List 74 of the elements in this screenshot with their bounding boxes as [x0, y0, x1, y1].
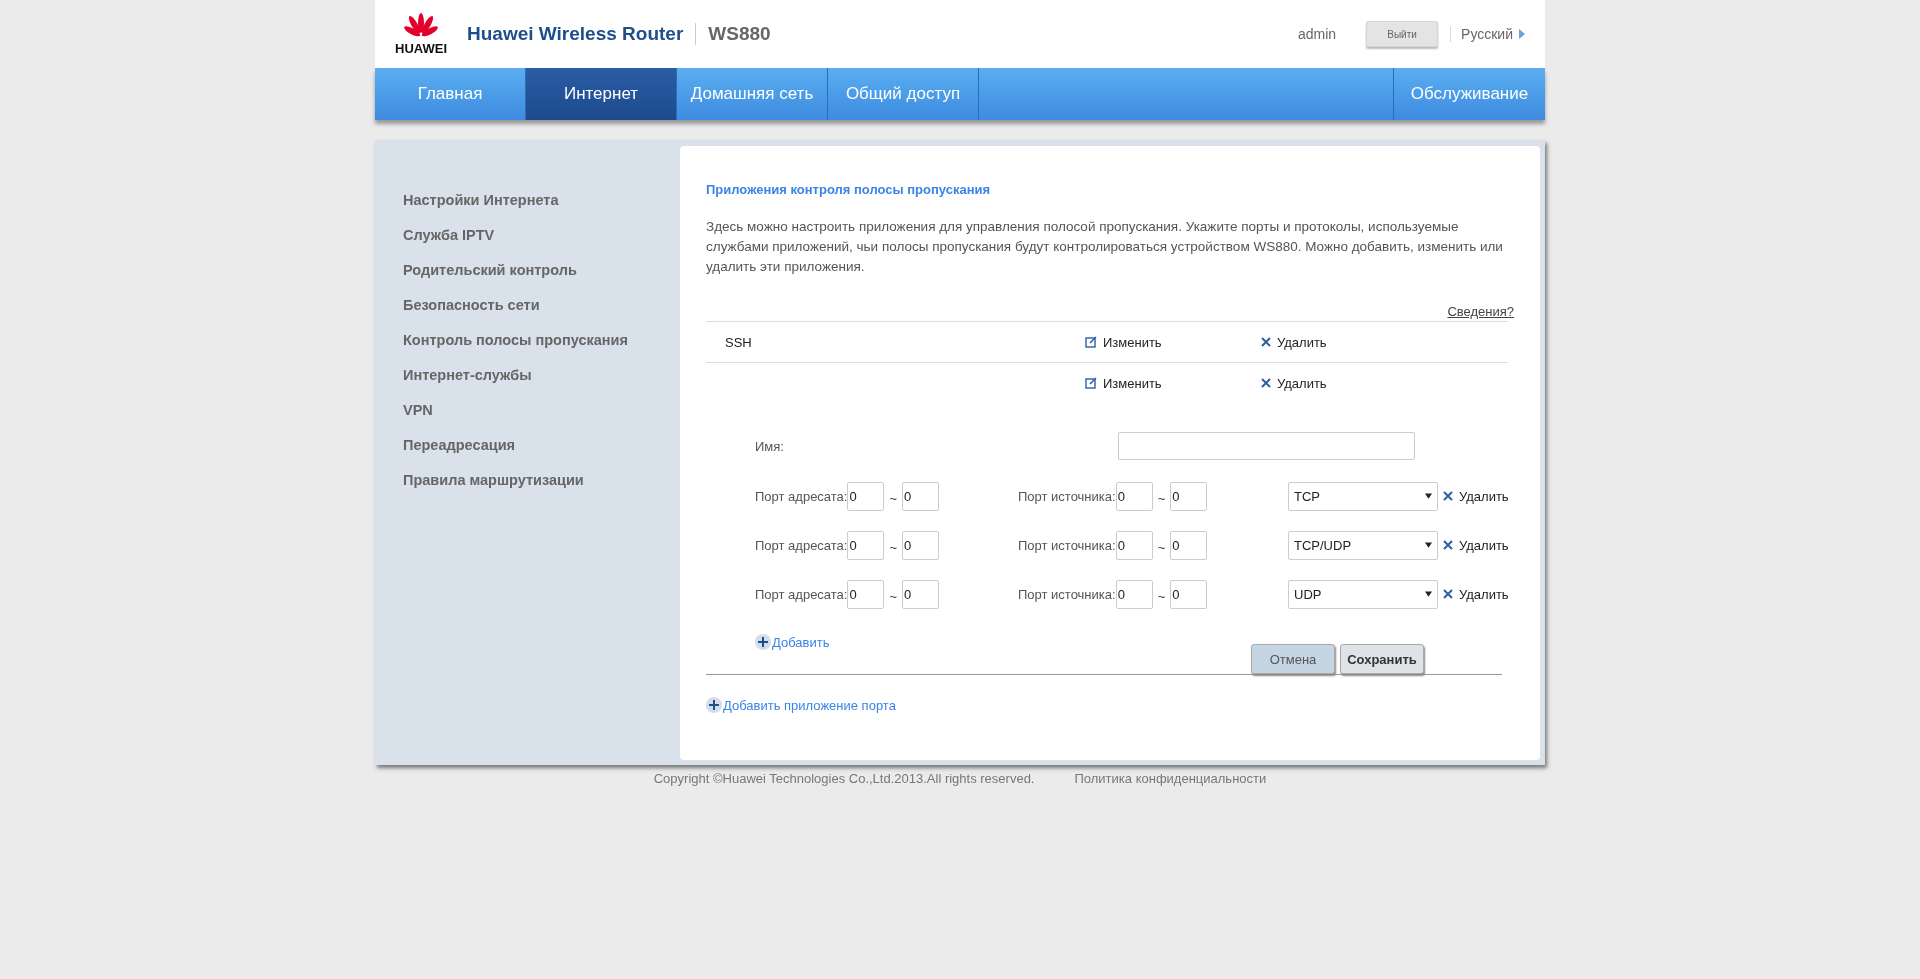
- port-input-field[interactable]: 0: [847, 481, 885, 511]
- edit-link[interactable]: Изменить: [1085, 375, 1261, 391]
- port-label: Порт адресата:: [755, 586, 848, 602]
- dropdown-caret-icon: [1425, 493, 1432, 499]
- port-input-field[interactable]: 0: [847, 530, 885, 560]
- add-app-link[interactable]: Добавить приложение порта: [706, 697, 1514, 713]
- port-input-field[interactable]: 0: [1115, 579, 1153, 609]
- delete-link[interactable]: Удалить: [1443, 537, 1509, 553]
- privacy-link[interactable]: Политика конфиденциальности: [1074, 771, 1267, 786]
- dropdown-caret-icon: [1425, 542, 1432, 548]
- sidebar-item[interactable]: Родительский контроль: [403, 262, 680, 297]
- edit-icon: [1085, 377, 1097, 389]
- port-input-field[interactable]: 0: [1115, 481, 1153, 511]
- port-label: Порт источника:: [1018, 488, 1116, 504]
- logout-button[interactable]: Выйти: [1366, 21, 1439, 47]
- delete-link[interactable]: Удалить: [1443, 586, 1509, 602]
- port-label: Порт источника:: [1018, 537, 1116, 553]
- port-input-field[interactable]: 0: [1170, 579, 1208, 609]
- nav-tab[interactable]: Интернет: [526, 68, 677, 120]
- range-separator: ~: [889, 490, 898, 506]
- port-input-field[interactable]: 0: [902, 530, 940, 560]
- section-title: Приложения контроля полосы пропускания: [706, 182, 992, 197]
- port-input-field[interactable]: 0: [1115, 530, 1153, 560]
- range-separator: ~: [1157, 539, 1166, 555]
- port-label: Порт адресата:: [755, 488, 848, 504]
- user-name: admin: [1297, 26, 1337, 42]
- close-icon: [1443, 540, 1453, 550]
- port-input-field[interactable]: 0: [902, 481, 940, 511]
- router-title: Huawei Wireless Router: [467, 23, 697, 45]
- protocol-dropdown[interactable]: TCP/UDP: [1288, 530, 1438, 560]
- name-input-field[interactable]: [1118, 432, 1415, 460]
- app-name: SSH: [725, 334, 752, 350]
- close-icon: [1443, 589, 1453, 599]
- range-separator: ~: [889, 539, 898, 555]
- port-input-field[interactable]: 0: [1170, 481, 1208, 511]
- range-separator: ~: [1157, 588, 1166, 604]
- port-input-field[interactable]: 0: [847, 579, 885, 609]
- sidebar-item[interactable]: Настройки Интернета: [403, 192, 680, 227]
- port-input-field[interactable]: 0: [902, 579, 940, 609]
- plus-icon: [706, 697, 722, 713]
- range-separator: ~: [889, 588, 898, 604]
- edit-link[interactable]: Изменить: [1085, 334, 1261, 350]
- edit-icon: [1085, 336, 1097, 348]
- close-icon: [1261, 337, 1271, 347]
- help-link[interactable]: Сведения?: [1447, 304, 1514, 319]
- range-separator: ~: [1157, 490, 1166, 506]
- language-selector[interactable]: Русский: [1450, 26, 1525, 42]
- copyright-text: Copyright ©Huawei Technologies Co.,Ltd.2013.All rights reserved.: [653, 771, 1035, 786]
- name-label: Имя:: [755, 438, 785, 454]
- close-icon: [1261, 378, 1271, 388]
- close-icon: [1443, 491, 1453, 501]
- port-input-field[interactable]: 0: [1170, 530, 1208, 560]
- sidebar-item[interactable]: Переадресация: [403, 437, 680, 472]
- delete-link[interactable]: Удалить: [1261, 334, 1437, 350]
- model-name: WS880: [707, 23, 771, 45]
- sidebar-item[interactable]: Служба IPTV: [403, 227, 680, 262]
- delete-link[interactable]: Удалить: [1443, 488, 1509, 504]
- sidebar-item[interactable]: VPN: [403, 402, 680, 437]
- port-label: Порт адресата:: [755, 537, 848, 553]
- logo-text: HUAWEI: [395, 41, 447, 56]
- cancel-button[interactable]: Отмена: [1251, 644, 1335, 674]
- sidebar-item[interactable]: Безопасность сети: [403, 297, 680, 332]
- sidebar-item[interactable]: Правила маршрутизации: [403, 472, 680, 507]
- protocol-dropdown[interactable]: TCP: [1288, 481, 1438, 511]
- port-label: Порт источника:: [1018, 586, 1116, 602]
- save-button[interactable]: Сохранить: [1340, 644, 1424, 674]
- sidebar-item[interactable]: Интернет-службы: [403, 367, 680, 402]
- add-link[interactable]: Добавить: [755, 634, 830, 650]
- sidebar-item[interactable]: Контроль полосы пропускания: [403, 332, 680, 367]
- dropdown-caret-icon: [1425, 591, 1432, 597]
- description-text: Здесь можно настроить приложения для управления полосой пропускания. Укажите порты и протоколы, используемые службами приложений, чьи полосы пропускания будут контролироваться устройством WS880. Можно добавить, изменить или удалить эти приложения.: [706, 218, 1504, 276]
- plus-icon: [755, 634, 771, 650]
- protocol-dropdown[interactable]: UDP: [1288, 579, 1438, 609]
- delete-link[interactable]: Удалить: [1261, 375, 1437, 391]
